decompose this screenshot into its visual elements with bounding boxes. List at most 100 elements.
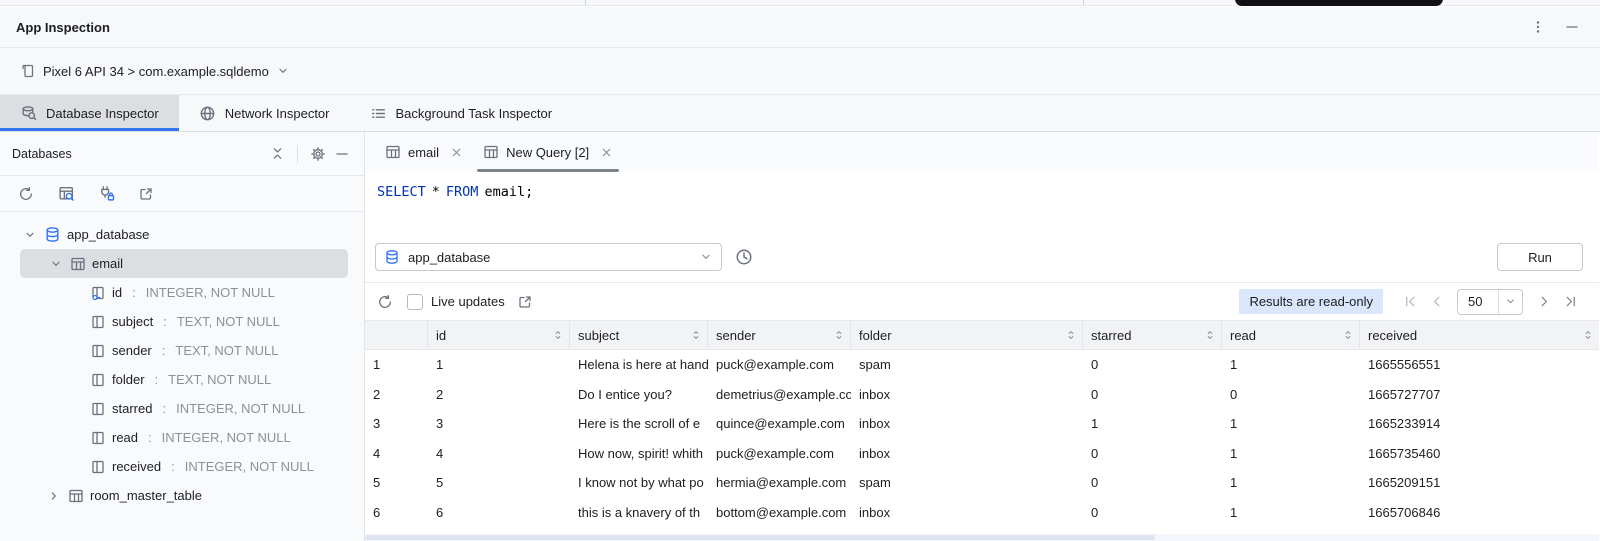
table-cell[interactable]: inbox (851, 498, 1083, 528)
table-cell[interactable]: quince@example.com (708, 409, 851, 439)
table-cell[interactable]: 6 (365, 498, 428, 528)
table-cell[interactable]: 5 (428, 468, 570, 498)
export-results-icon[interactable] (517, 294, 533, 310)
close-icon[interactable] (600, 146, 613, 159)
tree-node-column[interactable]: folder : TEXT, NOT NULL (0, 365, 364, 394)
previous-page-icon[interactable] (1423, 289, 1449, 315)
tree-node-room-master-table[interactable]: room_master_table (0, 481, 364, 510)
table-cell[interactable]: How now, spirit! whith (570, 439, 708, 469)
tree-node-column[interactable]: starred : INTEGER, NOT NULL (0, 394, 364, 423)
cell-value: 1 (1091, 416, 1098, 431)
chevron-down-icon[interactable] (22, 228, 38, 242)
table-cell[interactable]: 1 (1083, 409, 1222, 439)
tree-node-app-database[interactable]: app_database (0, 220, 364, 249)
table-cell[interactable]: spam (851, 468, 1083, 498)
table-cell[interactable]: I know not by what po (570, 468, 708, 498)
last-page-icon[interactable] (1557, 289, 1583, 315)
query-table-icon[interactable] (54, 182, 78, 206)
table-cell[interactable]: puck@example.com (708, 350, 851, 380)
table-cell[interactable]: 1 (1222, 468, 1360, 498)
table-cell[interactable]: inbox (851, 380, 1083, 410)
next-page-icon[interactable] (1531, 289, 1557, 315)
refresh-icon[interactable] (14, 182, 38, 206)
table-cell[interactable]: Do I entice you? (570, 380, 708, 410)
table-cell[interactable]: 2 (428, 380, 570, 410)
collapse-all-icon[interactable] (265, 142, 289, 166)
table-cell[interactable]: 5 (365, 468, 428, 498)
table-cell[interactable]: 1665727707 (1360, 380, 1599, 410)
table-cell[interactable]: 0 (1083, 350, 1222, 380)
table-cell[interactable]: hermia@example.com (708, 468, 851, 498)
tab-background-task-inspector[interactable]: Background Task Inspector (350, 95, 573, 131)
minimize-icon[interactable] (1560, 15, 1584, 39)
live-updates-checkbox[interactable] (407, 294, 423, 310)
table-cell[interactable]: 1665209151 (1360, 468, 1599, 498)
gear-icon[interactable] (306, 142, 330, 166)
sql-query-editor[interactable]: SELECT*FROMemail; (365, 172, 1599, 232)
table-cell[interactable]: 1 (1222, 439, 1360, 469)
run-button[interactable]: Run (1497, 243, 1583, 271)
tree-node-column[interactable]: read : INTEGER, NOT NULL (0, 423, 364, 452)
chevron-down-icon[interactable] (20, 257, 64, 271)
page-size-dropdown[interactable]: 50 (1457, 289, 1523, 315)
table-cell[interactable]: 0 (1083, 468, 1222, 498)
table-cell[interactable]: spam (851, 350, 1083, 380)
close-icon[interactable] (450, 146, 463, 159)
column-header-received[interactable]: received (1360, 321, 1599, 349)
table-cell[interactable]: 3 (365, 409, 428, 439)
database-selector-dropdown[interactable]: app_database (375, 243, 722, 271)
tree-node-column[interactable]: sender : TEXT, NOT NULL (0, 336, 364, 365)
horizontal-scrollbar[interactable] (365, 534, 1599, 541)
table-cell[interactable]: this is a knavery of th (570, 498, 708, 528)
table-cell[interactable]: 1665556551 (1360, 350, 1599, 380)
table-cell[interactable]: bottom@example.com (708, 498, 851, 528)
table-cell[interactable]: 1665735460 (1360, 439, 1599, 469)
tree-node-column[interactable]: received : INTEGER, NOT NULL (0, 452, 364, 481)
table-cell[interactable]: 1 (365, 350, 428, 380)
tab-email-results[interactable]: email (375, 132, 473, 172)
hide-panel-icon[interactable] (330, 142, 354, 166)
refresh-results-icon[interactable] (377, 294, 393, 310)
column-header-subject[interactable]: subject (570, 321, 708, 349)
more-options-icon[interactable] (1526, 15, 1550, 39)
chevron-right-icon[interactable] (46, 489, 62, 503)
table-cell[interactable]: 4 (365, 439, 428, 469)
table-cell[interactable]: 0 (1083, 439, 1222, 469)
table-cell[interactable]: 6 (428, 498, 570, 528)
tree-node-column[interactable]: subject : TEXT, NOT NULL (0, 307, 364, 336)
table-cell[interactable]: Here is the scroll of e (570, 409, 708, 439)
tree-node-email-table[interactable]: email (20, 249, 348, 278)
table-cell[interactable]: 1665706846 (1360, 498, 1599, 528)
first-page-icon[interactable] (1397, 289, 1423, 315)
tab-network-inspector[interactable]: Network Inspector (179, 95, 350, 131)
keep-connections-open-icon[interactable] (94, 182, 118, 206)
table-cell[interactable]: 2 (365, 380, 428, 410)
tab-database-inspector[interactable]: Database Inspector (0, 95, 179, 131)
table-cell[interactable]: 0 (1222, 380, 1360, 410)
column-header-folder[interactable]: folder (851, 321, 1083, 349)
table-cell[interactable]: 3 (428, 409, 570, 439)
table-cell[interactable]: 1 (1222, 350, 1360, 380)
device-process-dropdown[interactable]: Pixel 6 API 34 > com.example.sqldemo (14, 56, 296, 86)
column-header-sender[interactable]: sender (708, 321, 851, 349)
table-cell[interactable]: 1 (1222, 498, 1360, 528)
table-cell[interactable]: inbox (851, 409, 1083, 439)
tab-new-query[interactable]: New Query [2] (473, 132, 623, 172)
table-cell[interactable]: 1665233914 (1360, 409, 1599, 439)
query-history-icon[interactable] (730, 243, 758, 271)
open-new-tab-icon[interactable] (134, 182, 158, 206)
column-header-read[interactable]: read (1222, 321, 1360, 349)
tree-node-column[interactable]: id : INTEGER, NOT NULL (0, 278, 364, 307)
table-cell[interactable]: inbox (851, 439, 1083, 469)
column-header-starred[interactable]: starred (1083, 321, 1222, 349)
table-cell[interactable]: 0 (1083, 498, 1222, 528)
scrollbar-thumb[interactable] (365, 535, 1155, 540)
table-cell[interactable]: 1 (1222, 409, 1360, 439)
table-cell[interactable]: demetrius@example.com (708, 380, 851, 410)
table-cell[interactable]: puck@example.com (708, 439, 851, 469)
table-cell[interactable]: Helena is here at hand (570, 350, 708, 380)
column-header-id[interactable]: id (428, 321, 570, 349)
table-cell[interactable]: 4 (428, 439, 570, 469)
table-cell[interactable]: 1 (428, 350, 570, 380)
table-cell[interactable]: 0 (1083, 380, 1222, 410)
